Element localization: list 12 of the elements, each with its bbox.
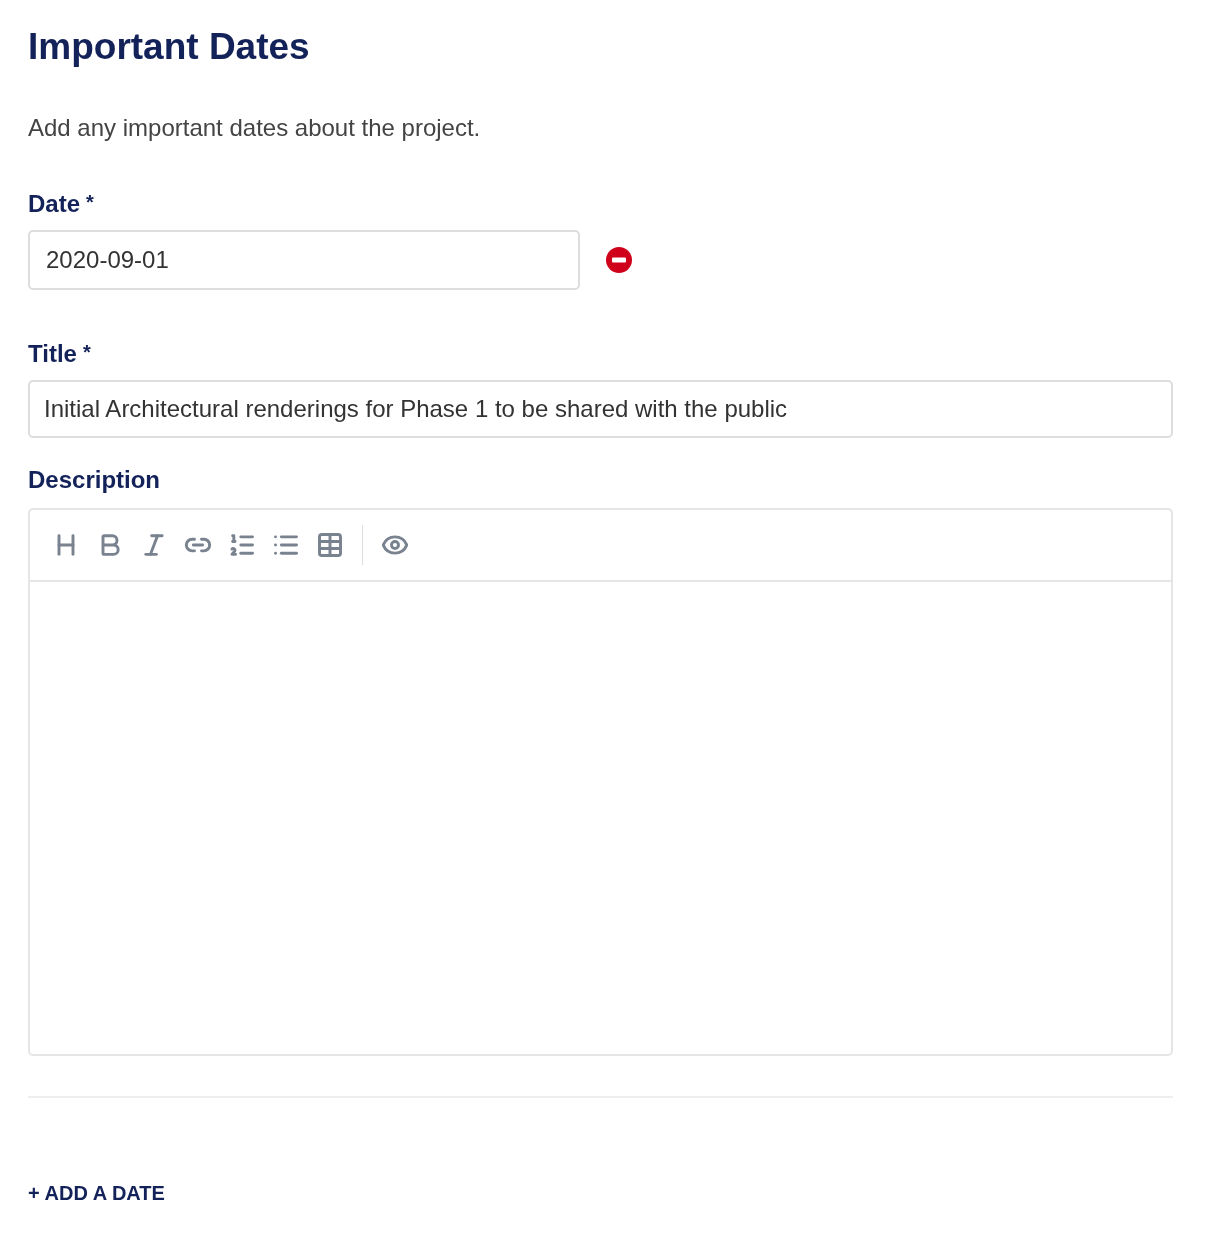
intro-text: Add any important dates about the project. (28, 113, 482, 144)
field-label: Description (28, 468, 161, 493)
required-mark: * (82, 342, 91, 363)
table-icon[interactable] (316, 531, 344, 560)
remove-icon[interactable] (606, 247, 632, 274)
date-field[interactable]: 2020-09-01 (28, 230, 580, 291)
required-mark: * (86, 192, 94, 213)
field-label: Title (28, 342, 77, 367)
page-title: Important Dates (28, 25, 311, 69)
field-label: Date (28, 192, 81, 217)
title-field[interactable]: Initial Architectural renderings for Phase 1 to be shared with the public (28, 380, 1173, 439)
add-date-link[interactable]: + ADD A DATE (28, 1178, 165, 1209)
